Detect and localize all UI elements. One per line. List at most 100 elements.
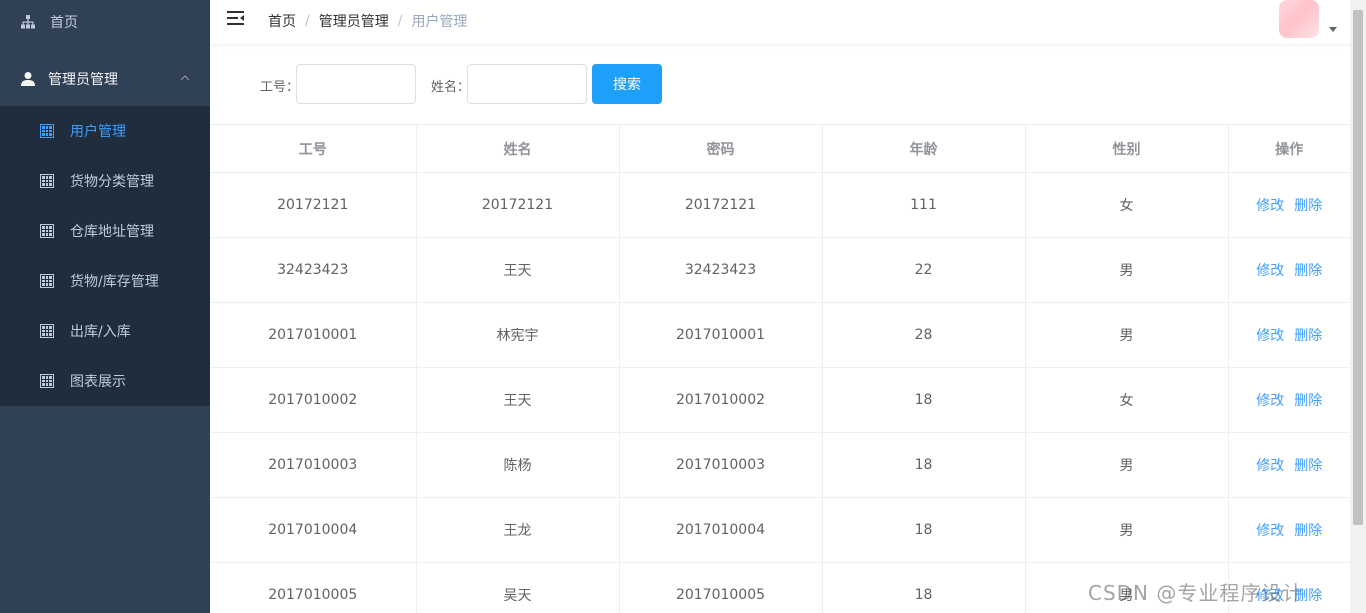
cell-password: 2017010002 [619,367,823,433]
employee-id-input[interactable] [296,64,416,104]
breadcrumb-separator: / [397,13,403,29]
breadcrumb-admin[interactable]: 管理员管理 [319,11,389,31]
cell-password: 32423423 [619,237,823,303]
sidebar-item-user-management[interactable]: 用户管理 [0,106,210,156]
edit-link[interactable]: 修改 [1256,198,1284,214]
delete-link[interactable]: 删除 [1294,393,1322,409]
table-row: 2017010004 王龙 2017010004 18 男 修改 删除 [210,497,1350,563]
avatar[interactable] [1279,0,1319,38]
table-icon [40,224,54,238]
cell-actions: 修改 删除 [1228,497,1350,563]
table-row: 2017010001 林宪宇 2017010001 28 男 修改 删除 [210,302,1350,368]
scrollbar-thumb[interactable] [1353,10,1363,525]
user-icon [21,72,35,86]
sidebar-item-label: 出库/入库 [70,324,131,340]
cell-gender: 男 [1025,432,1229,498]
hamburger-icon[interactable] [227,10,245,26]
sidebar-item-goods-category[interactable]: 货物分类管理 [0,156,210,206]
cell-actions: 修改 删除 [1228,302,1350,368]
cell-gender: 男 [1025,497,1229,563]
sidebar-item-label: 用户管理 [70,124,126,140]
table-header-row: 工号 姓名 密码 年龄 性别 操作 [210,124,1350,173]
cell-employee-id: 20172121 [210,172,417,238]
sidebar-item-label: 仓库地址管理 [70,224,154,240]
cell-password: 2017010003 [619,432,823,498]
cell-employee-id: 32423423 [210,237,417,303]
sidebar-item-goods-inventory[interactable]: 货物/库存管理 [0,256,210,306]
breadcrumb-separator: / [305,13,310,29]
caret-down-icon[interactable] [1329,27,1337,32]
vertical-scrollbar[interactable] [1350,0,1366,613]
breadcrumb-home[interactable]: 首页 [268,11,296,31]
table-row: 20172121 20172121 20172121 111 女 修改 删除 [210,172,1350,238]
name-input[interactable] [467,64,587,104]
app: 首页 管理员管理 用户管理 货物分类管理 仓库地址管理 货物/库存管理 出库/入… [0,0,1366,613]
cell-password: 20172121 [619,172,823,238]
watermark: CSDN @专业程序设计 [1088,581,1304,605]
cell-age: 18 [822,367,1026,433]
cell-age: 18 [822,562,1026,613]
cell-name: 王天 [416,367,620,433]
edit-link[interactable]: 修改 [1256,523,1284,539]
delete-link[interactable]: 删除 [1294,198,1322,214]
cell-name: 陈杨 [416,432,620,498]
delete-link[interactable]: 删除 [1294,523,1322,539]
column-header-actions: 操作 [1228,124,1350,173]
search-form: 工号： 姓名： 搜索 [210,64,1350,104]
sidebar-submenu: 用户管理 货物分类管理 仓库地址管理 货物/库存管理 出库/入库 图表展示 [0,106,210,406]
cell-age: 22 [822,237,1026,303]
cell-name: 20172121 [416,172,620,238]
cell-password: 2017010004 [619,497,823,563]
cell-age: 18 [822,432,1026,498]
table-icon [40,274,54,288]
user-table: 工号 姓名 密码 年龄 性别 操作 20172121 20172121 2017… [210,124,1350,613]
cell-name: 林宪宇 [416,302,620,368]
sidebar-item-warehouse-address[interactable]: 仓库地址管理 [0,206,210,256]
cell-employee-id: 2017010002 [210,367,417,433]
cell-name: 王天 [416,237,620,303]
table-icon [40,124,54,138]
column-header-name: 姓名 [416,124,620,173]
cell-age: 111 [822,172,1026,238]
cell-age: 18 [822,497,1026,563]
column-header-age: 年龄 [822,124,1026,173]
search-button[interactable]: 搜索 [592,64,662,104]
table-icon [40,374,54,388]
cell-actions: 修改 删除 [1228,432,1350,498]
cell-gender: 女 [1025,367,1229,433]
cell-employee-id: 2017010004 [210,497,417,563]
table-icon [40,324,54,338]
sidebar-item-charts[interactable]: 图表展示 [0,356,210,406]
name-label: 姓名： [431,80,471,95]
cell-password: 2017010005 [619,562,823,613]
edit-link[interactable]: 修改 [1256,458,1284,474]
edit-link[interactable]: 修改 [1256,393,1284,409]
cell-actions: 修改 删除 [1228,367,1350,433]
cell-name: 王龙 [416,497,620,563]
delete-link[interactable]: 删除 [1294,263,1322,279]
delete-link[interactable]: 删除 [1294,458,1322,474]
sidebar-item-stock-in-out[interactable]: 出库/入库 [0,306,210,356]
sidebar-home-label: 首页 [50,15,78,31]
cell-gender: 女 [1025,172,1229,238]
sidebar-item-label: 货物/库存管理 [70,274,159,290]
table-icon [40,174,54,188]
sidebar-item-home[interactable]: 首页 [0,0,210,44]
sitemap-icon [21,15,35,29]
column-header-employee-id: 工号 [210,124,417,173]
cell-age: 28 [822,302,1026,368]
breadcrumb-current: 用户管理 [411,14,468,30]
cell-employee-id: 2017010001 [210,302,417,368]
cell-employee-id: 2017010005 [210,562,417,613]
table-row: 2017010003 陈杨 2017010003 18 男 修改 删除 [210,432,1350,498]
sidebar-submenu-admin[interactable]: 管理员管理 [0,54,210,104]
edit-link[interactable]: 修改 [1256,263,1284,279]
navbar: 首页 / 管理员管理 / 用户管理 [210,0,1350,44]
cell-password: 2017010001 [619,302,823,368]
employee-id-label: 工号： [260,80,300,95]
cell-name: 吴天 [416,562,620,613]
sidebar-item-label: 货物分类管理 [70,174,154,190]
cell-actions: 修改 删除 [1228,172,1350,238]
delete-link[interactable]: 删除 [1294,328,1322,344]
edit-link[interactable]: 修改 [1256,328,1284,344]
